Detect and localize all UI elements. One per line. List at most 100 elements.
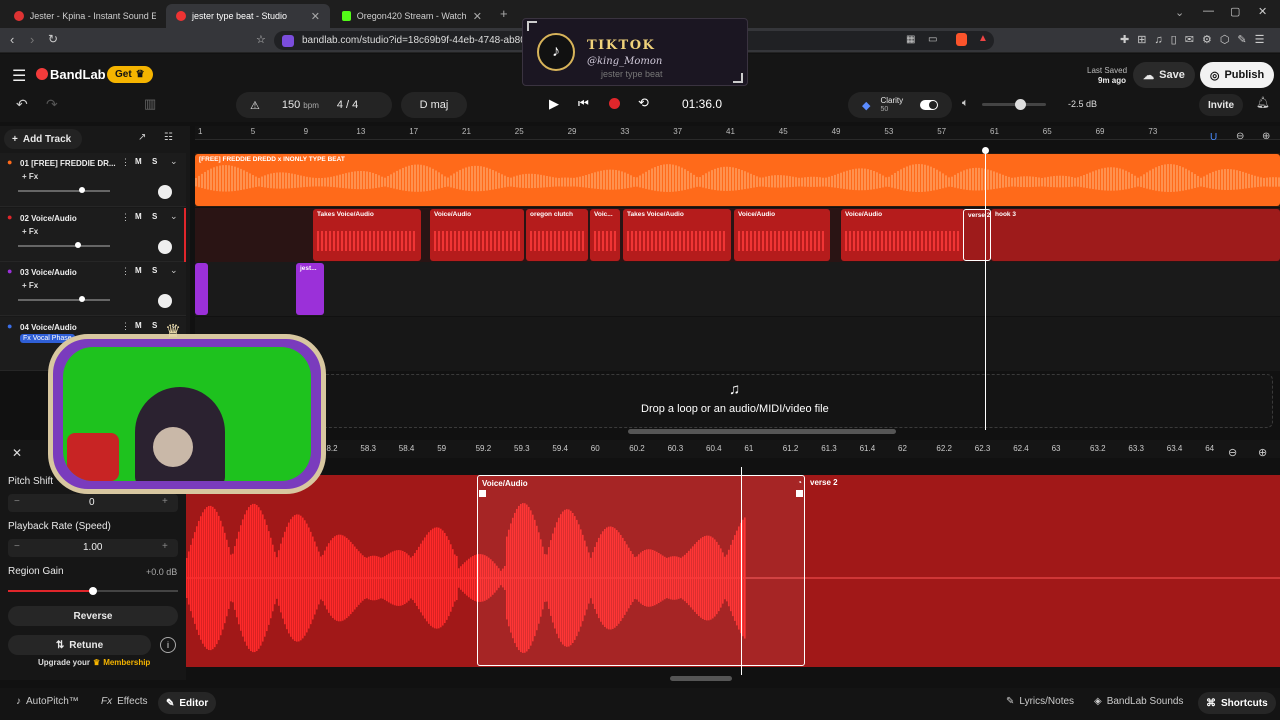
track-name[interactable]: 03 Voice/Audio — [20, 268, 77, 277]
plus-icon[interactable]: + — [162, 541, 168, 552]
chevron-down-icon[interactable]: ⌄ — [170, 156, 178, 167]
editor-ruler[interactable]: 58.2 58.3 58.4 59 59.2 59.3 59.4 60 60.2 60.3 60.4… — [186, 440, 1280, 458]
record-icon[interactable] — [609, 98, 620, 109]
retune-button[interactable]: ⇅ Retune — [8, 635, 151, 655]
add-fx-button[interactable]: + Fx — [22, 172, 38, 181]
browser-tab-3[interactable]: Oregon420 Stream - Watch Live on Ki ✕ — [332, 4, 492, 28]
loop-icon[interactable]: ⟲ — [638, 95, 649, 111]
vocal-clip[interactable]: oregon clutch — [526, 209, 588, 261]
metronome-icon[interactable]: ⚠ — [250, 99, 260, 112]
pan-knob[interactable] — [158, 185, 172, 199]
vocal-clip[interactable]: Voice/Audio — [734, 209, 830, 261]
brave-rewards-icon[interactable]: ▲ — [978, 33, 988, 44]
close-tab-icon[interactable]: ✕ — [311, 10, 320, 23]
reader-icon[interactable]: ▦ — [906, 34, 915, 45]
track-name[interactable]: 02 Voice/Audio — [20, 214, 77, 223]
track-volume-slider[interactable] — [18, 245, 110, 247]
track-volume-handle[interactable] — [79, 296, 86, 302]
editor-playhead[interactable] — [741, 467, 742, 675]
effects-tab[interactable]: Fx Effects — [101, 696, 148, 707]
undo-icon[interactable]: ↶ — [16, 96, 28, 113]
kebab-menu-icon[interactable]: ⋮ — [121, 266, 130, 277]
playhead-handle[interactable] — [982, 147, 989, 154]
play-icon[interactable]: ▶ — [549, 96, 559, 112]
minus-icon[interactable]: − — [14, 541, 20, 552]
snap-magnet-icon[interactable]: U — [1210, 132, 1217, 143]
new-tab-icon[interactable]: + — [500, 6, 508, 21]
track-settings-icon[interactable]: ☷ — [164, 132, 173, 143]
browser-tab-2[interactable]: jester type beat - Studio ✕ — [166, 4, 330, 28]
zoom-out-icon[interactable]: ⊖ — [1236, 131, 1244, 142]
selected-region[interactable]: Voice/Audio ◔ — [477, 475, 805, 666]
chevron-down-icon[interactable]: ⌄ — [1175, 6, 1184, 19]
purple-clip[interactable] — [195, 263, 208, 315]
beat-clip[interactable]: [FREE] FREDDIE DREDD x INONLY TYPE BEAT — [195, 154, 1280, 206]
editor-tab[interactable]: ✎ Editor — [158, 692, 217, 714]
track-name[interactable]: 04 Voice/Audio — [20, 323, 77, 332]
extension-icons[interactable]: ✚⊞♫▯✉⚙⬡✎☰ — [1120, 33, 1273, 46]
close-tab-icon[interactable]: ✕ — [473, 10, 482, 23]
drop-zone[interactable]: ♫ Drop a loop or an audio/MIDI/video fil… — [195, 374, 1273, 428]
region-editor[interactable]: Voice/Audio ◔ verse 2 — [186, 467, 1280, 675]
close-editor-icon[interactable]: ✕ — [12, 446, 22, 460]
solo-button[interactable]: S — [152, 212, 157, 221]
time-signature[interactable]: 4 / 4 — [337, 99, 358, 111]
region-gain-slider[interactable] — [8, 587, 178, 595]
editor-zoom-out-icon[interactable]: ⊖ — [1228, 446, 1237, 459]
lane-track-3[interactable]: jest... — [195, 262, 1280, 316]
mute-button[interactable]: M — [135, 212, 142, 221]
brave-shield-icon[interactable] — [956, 33, 967, 46]
track-header[interactable]: ● 03 Voice/Audio ⋮ M S ⌄ + Fx — [0, 262, 186, 316]
key-selector[interactable]: D maj — [401, 92, 467, 118]
playhead[interactable] — [985, 150, 986, 430]
add-fx-button[interactable]: + Fx — [22, 281, 38, 290]
kebab-menu-icon[interactable]: ⋮ — [121, 321, 130, 332]
editor-scrollbar[interactable] — [670, 676, 732, 681]
bandlab-sounds-button[interactable]: ◈ BandLab Sounds — [1094, 696, 1183, 707]
solo-button[interactable]: S — [152, 266, 157, 275]
skip-back-icon[interactable]: ⏮ — [578, 96, 589, 111]
region-trim-handle-left[interactable] — [479, 490, 486, 497]
back-icon[interactable]: ‹ — [10, 32, 14, 47]
lane-track-1[interactable]: [FREE] FREDDIE DREDD x INONLY TYPE BEAT — [195, 153, 1280, 207]
chevron-down-icon[interactable]: ⌄ — [170, 211, 178, 222]
playback-rate-stepper[interactable]: − 1.00 + — [8, 539, 178, 557]
lane-track-4[interactable] — [195, 317, 1280, 371]
maximize-icon[interactable]: ▢ — [1230, 5, 1240, 18]
chevron-down-icon[interactable]: ⌄ — [170, 265, 178, 276]
solo-button[interactable]: S — [152, 157, 157, 166]
timeline-scrollbar[interactable] — [628, 429, 896, 434]
add-track-button[interactable]: + Add Track — [4, 129, 82, 149]
minimize-icon[interactable]: — — [1203, 5, 1214, 17]
automation-icon[interactable]: ↗ — [138, 132, 146, 143]
track-header[interactable]: ● 02 Voice/Audio ⋮ M S ⌄ + Fx — [0, 208, 186, 262]
track-volume-handle[interactable] — [79, 187, 86, 193]
add-fx-button[interactable]: + Fx — [22, 227, 38, 236]
notifications-icon[interactable]: 🔔︎ — [1256, 96, 1270, 109]
browser-tab-1[interactable]: Jester - Kpina - Instant Sound Effect B — [4, 4, 166, 28]
kebab-menu-icon[interactable]: ⋮ — [121, 212, 130, 223]
vocal-clip[interactable]: Takes Voice/Audio — [623, 209, 731, 261]
close-window-icon[interactable]: ✕ — [1258, 5, 1267, 18]
get-membership-button[interactable]: Get ♛ — [107, 66, 153, 83]
lyrics-notes-button[interactable]: ✎ Lyrics/Notes — [1006, 696, 1074, 707]
pan-knob[interactable] — [158, 294, 172, 308]
minus-icon[interactable]: − — [14, 496, 20, 507]
track-header[interactable]: ● 01 [FREE] FREDDIE DR... ⋮ M S ⌄ + Fx — [0, 153, 186, 207]
vocal-clip[interactable]: Takes Voice/Audio — [313, 209, 421, 261]
master-volume-slider[interactable] — [982, 99, 1046, 110]
timeline-ruler[interactable]: 1 5 9 13 17 21 25 29 33 37 41 45 49 53 57 61 65 69 73 — [195, 126, 1280, 140]
clarity-toggle[interactable] — [920, 100, 938, 110]
publish-button[interactable]: ◎ Publish — [1200, 62, 1274, 88]
vocal-clip[interactable]: Voice/Audio — [841, 209, 965, 261]
vocal-clip[interactable]: verse 2 — [963, 209, 991, 261]
autopitch-tab[interactable]: ♪ AutoPitch™ — [16, 696, 79, 707]
loop-region-icon[interactable]: ◔ — [797, 478, 802, 487]
vocal-clip[interactable]: Voice/Audio — [430, 209, 524, 261]
zoom-in-icon[interactable]: ⊕ — [1262, 131, 1270, 142]
track-volume-slider[interactable] — [18, 299, 110, 301]
vocal-clip[interactable]: Voic... — [590, 209, 620, 261]
volume-slider-handle[interactable] — [1015, 99, 1026, 110]
info-icon[interactable]: i — [160, 637, 176, 653]
lane-track-2[interactable]: Takes Voice/Audio Voice/Audio oregon clutc… — [195, 208, 1280, 262]
